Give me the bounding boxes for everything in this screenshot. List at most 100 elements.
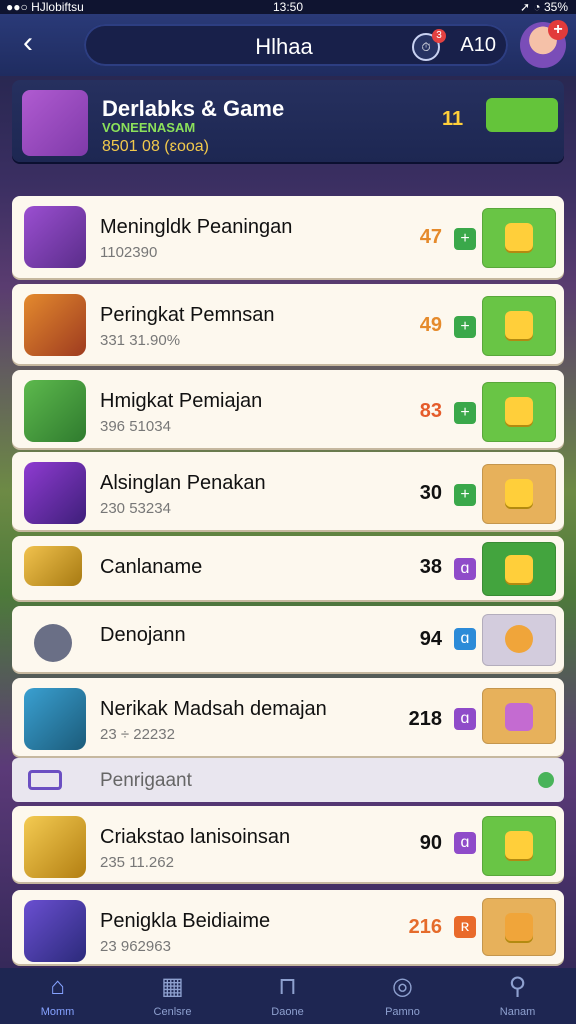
bottom-tab-bar: ⌂ Momm ▦ Cenlsre ⊓ Daone ◎ Pamno ⚲ Nanam [0,968,576,1024]
plus-icon[interactable]: + [454,402,476,424]
plus-icon[interactable]: + [454,484,476,506]
item-title: Peringkat Pemnsan [100,304,275,326]
list-item[interactable]: Nerikak Madsah demajan 23 ÷ 22232 218 ɑ [12,678,564,756]
item-score: 90 [419,832,442,854]
badge-icon[interactable]: ɑ [454,558,476,580]
tab-daone[interactable]: ⊓ Daone [230,974,345,1022]
item-title: Hmigkat Pemiajan [100,390,263,412]
coin-action-button[interactable] [482,614,556,666]
item-score: 218 [408,708,442,730]
add-icon[interactable]: + [548,20,568,40]
status-dot-icon [538,772,554,788]
item-score: 94 [419,628,442,650]
item-subtitle: 1102390 [100,244,158,261]
timer-icon[interactable]: ⏱ [412,29,446,61]
status-bar: ●●○ HJlobiftsu 13:50 ➚ ◔ 35% [0,0,576,14]
featured-value: 11 [442,108,464,130]
shield-icon [505,223,533,251]
gem-icon [505,703,533,731]
character-thumbnail [24,616,86,678]
list-item[interactable]: Denojann 94 ɑ [12,606,564,672]
game-thumbnail [24,546,82,586]
back-arrow-icon[interactable]: ‹ [12,28,44,60]
title-pill: Hlhaa ⏱ A10 [84,24,508,66]
chat-icon: ◎ [392,973,413,1000]
item-title: Meningldk Peaningan [100,216,293,238]
tab-profile[interactable]: ⚲ Nanam [460,974,575,1022]
shield-action-button[interactable] [482,464,556,524]
item-score: 47 [419,226,442,248]
game-thumbnail [24,380,86,442]
item-title: Penigkla Beidiaime [100,910,271,932]
list-item[interactable]: Meningldk Peaningan 1102390 47 + [12,196,564,278]
list-item[interactable]: Peringkat Pemnsan 331 31.90% 49 + [12,284,564,364]
item-title: Canlaname [100,556,203,578]
game-thumbnail [24,462,86,524]
home-icon: ⌂ [50,973,65,1000]
game-thumbnail [24,688,86,750]
tag-icon [28,770,62,790]
badge-icon[interactable]: ʀ [454,916,476,938]
featured-game-thumbnail [22,90,88,156]
tab-label: Nanam [499,1006,536,1018]
grid-icon: ▦ [161,973,184,1000]
list-item[interactable]: Penigkla Beidiaime 23 962963 216 ʀ [12,890,564,964]
game-thumbnail [24,900,86,962]
battery-status: ➚ ◔ 35% [520,0,568,14]
featured-title: Derlabks & Game [102,96,285,121]
list-item[interactable]: Hmigkat Pemiajan 396 51034 83 + [12,370,564,448]
item-subtitle: 23 ÷ 22232 [100,726,175,743]
shield-icon [505,479,533,507]
shield-action-button[interactable] [482,296,556,356]
item-score: 30 [419,482,442,504]
item-score: 49 [419,314,442,336]
featured-card[interactable]: Derlabks & Game VONEENASAM 8501 08 (ɛooa… [12,80,564,162]
item-title: Nerikak Madsah demajan [100,698,327,720]
section-header: Penrigaant [12,758,564,802]
badge-icon[interactable]: ɑ [454,832,476,854]
item-title: Criakstao lanisoinsan [100,826,291,848]
avatar[interactable]: + [520,20,568,68]
item-subtitle: 396 51034 [100,418,171,435]
item-subtitle: 235 11.262 [100,854,174,871]
status-time: 13:50 [272,0,304,14]
headset-icon: ⊓ [278,973,297,1000]
tab-label: Momm [40,1006,75,1018]
top-navbar: ‹ Hlhaa ⏱ A10 + [0,14,576,76]
shield-icon [505,397,533,425]
item-subtitle: 230 53234 [100,500,171,517]
game-thumbnail [24,294,86,356]
tab-label: Cenlsre [153,1006,192,1018]
shield-icon [505,831,533,859]
plus-icon[interactable]: + [454,228,476,250]
shield-action-button[interactable] [482,816,556,876]
shield-icon [505,311,533,339]
game-thumbnail [24,206,86,268]
tab-label: Daone [271,1006,304,1018]
list-item[interactable]: Alsinglan Penakan 230 53234 30 + [12,452,564,530]
item-score: 38 [419,556,442,578]
item-title: Denojann [100,624,186,646]
shield-action-button[interactable] [482,542,556,596]
tab-pamno[interactable]: ◎ Pamno [345,974,460,1022]
item-subtitle: 23 962963 [100,938,171,955]
coin-icon [505,913,533,941]
list-item[interactable]: Criakstao lanisoinsan 235 11.262 90 ɑ [12,806,564,882]
shield-action-button[interactable] [482,688,556,744]
plus-icon[interactable]: + [454,316,476,338]
tab-center[interactable]: ▦ Cenlsre [115,974,230,1022]
item-score: 216 [408,916,442,938]
tab-home[interactable]: ⌂ Momm [0,974,115,1022]
coin-action-button[interactable] [482,898,556,956]
game-thumbnail [24,816,86,878]
tab-label: Pamno [385,1006,420,1018]
shield-action-button[interactable] [482,382,556,442]
badge-icon[interactable]: ɑ [454,708,476,730]
featured-action-button[interactable] [486,98,558,132]
badge-icon[interactable]: ɑ [454,628,476,650]
shield-action-button[interactable] [482,208,556,268]
counter-value: A10 [460,34,496,56]
item-subtitle: 331 31.90% [100,332,181,349]
list-item[interactable]: Canlaname 38 ɑ [12,536,564,600]
coin-icon [505,625,533,653]
